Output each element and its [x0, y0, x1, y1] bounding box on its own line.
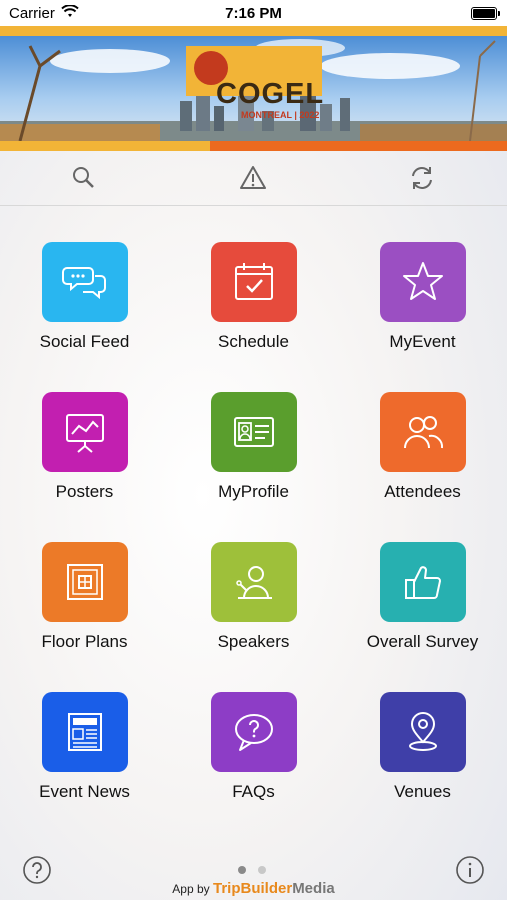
tile-9-bg	[41, 692, 128, 772]
tile-label: Venues	[394, 782, 451, 801]
tile-8-bg	[379, 542, 466, 622]
toolbar	[0, 151, 507, 206]
status-bar: Carrier 7:16 PM	[0, 0, 507, 26]
tile-speakers[interactable]: Speakers	[169, 542, 338, 652]
newspaper-icon	[67, 713, 102, 751]
people-icon	[403, 416, 443, 449]
location-pin-icon	[408, 712, 437, 751]
tile-label: MyProfile	[218, 482, 289, 501]
tile-2-bg	[379, 242, 466, 322]
search-icon[interactable]	[69, 163, 99, 193]
tile-label: Attendees	[384, 482, 461, 501]
event-banner: COGEL MONTREAL | 2022	[0, 26, 507, 151]
tile-10-bg	[210, 692, 297, 772]
tile-5-bg	[379, 392, 466, 472]
tile-4-bg	[210, 392, 297, 472]
tile-label: Speakers	[217, 632, 290, 651]
chat-bubbles-icon	[61, 267, 106, 300]
floor-plan-icon	[66, 564, 103, 600]
tile-7-bg	[210, 542, 297, 622]
tile-myevent[interactable]: MyEvent	[338, 242, 507, 352]
tile-11-bg	[379, 692, 466, 772]
clock: 7:16 PM	[225, 5, 282, 22]
tile-posters[interactable]: Posters	[0, 392, 169, 502]
tile-1-bg	[210, 242, 297, 322]
tile-0-bg	[41, 242, 128, 322]
tile-3-bg	[41, 392, 128, 472]
tile-label: Overall Survey	[366, 632, 479, 651]
tile-label: Floor Plans	[41, 632, 128, 651]
brand-name-suffix: Media	[292, 880, 335, 897]
credit-prefix: App by	[172, 882, 210, 896]
brand-name: TripBuilder	[213, 880, 293, 897]
tile-label: Social Feed	[39, 332, 130, 351]
tile-myprofile[interactable]: MyProfile	[169, 392, 338, 502]
page-indicator[interactable]	[238, 866, 266, 874]
tile-social-feed[interactable]: Social Feed	[0, 242, 169, 352]
tile-overall-survey[interactable]: Overall Survey	[338, 542, 507, 652]
tile-6-bg	[41, 542, 128, 622]
page-dot-active[interactable]	[238, 866, 246, 874]
tile-label: MyEvent	[389, 332, 456, 351]
tile-label: Schedule	[218, 332, 289, 351]
tile-label: FAQs	[232, 782, 275, 801]
tile-label: Posters	[55, 482, 114, 501]
calendar-icon	[234, 263, 273, 300]
presentation-icon	[65, 414, 104, 453]
tile-faqs[interactable]: FAQs	[169, 692, 338, 802]
tile-venues[interactable]: Venues	[338, 692, 507, 802]
id-card-icon	[233, 417, 274, 447]
tile-label: Event News	[39, 782, 130, 801]
speaker-icon	[235, 566, 272, 599]
tile-event-news[interactable]: Event News	[0, 692, 169, 802]
page-dot[interactable]	[258, 866, 266, 874]
alert-icon[interactable]	[238, 163, 268, 193]
tile-schedule[interactable]: Schedule	[169, 242, 338, 352]
faq-icon	[234, 714, 273, 751]
star-icon	[402, 262, 443, 300]
thumbs-up-icon	[404, 566, 441, 599]
tile-attendees[interactable]: Attendees	[338, 392, 507, 502]
event-logo: COGEL	[216, 78, 325, 110]
tile-floor-plans[interactable]: Floor Plans	[0, 542, 169, 652]
refresh-icon[interactable]	[407, 163, 437, 193]
event-logo-subtitle: MONTREAL | 2022	[241, 110, 320, 120]
footer-credit: App by TripBuilderMedia	[0, 880, 507, 897]
